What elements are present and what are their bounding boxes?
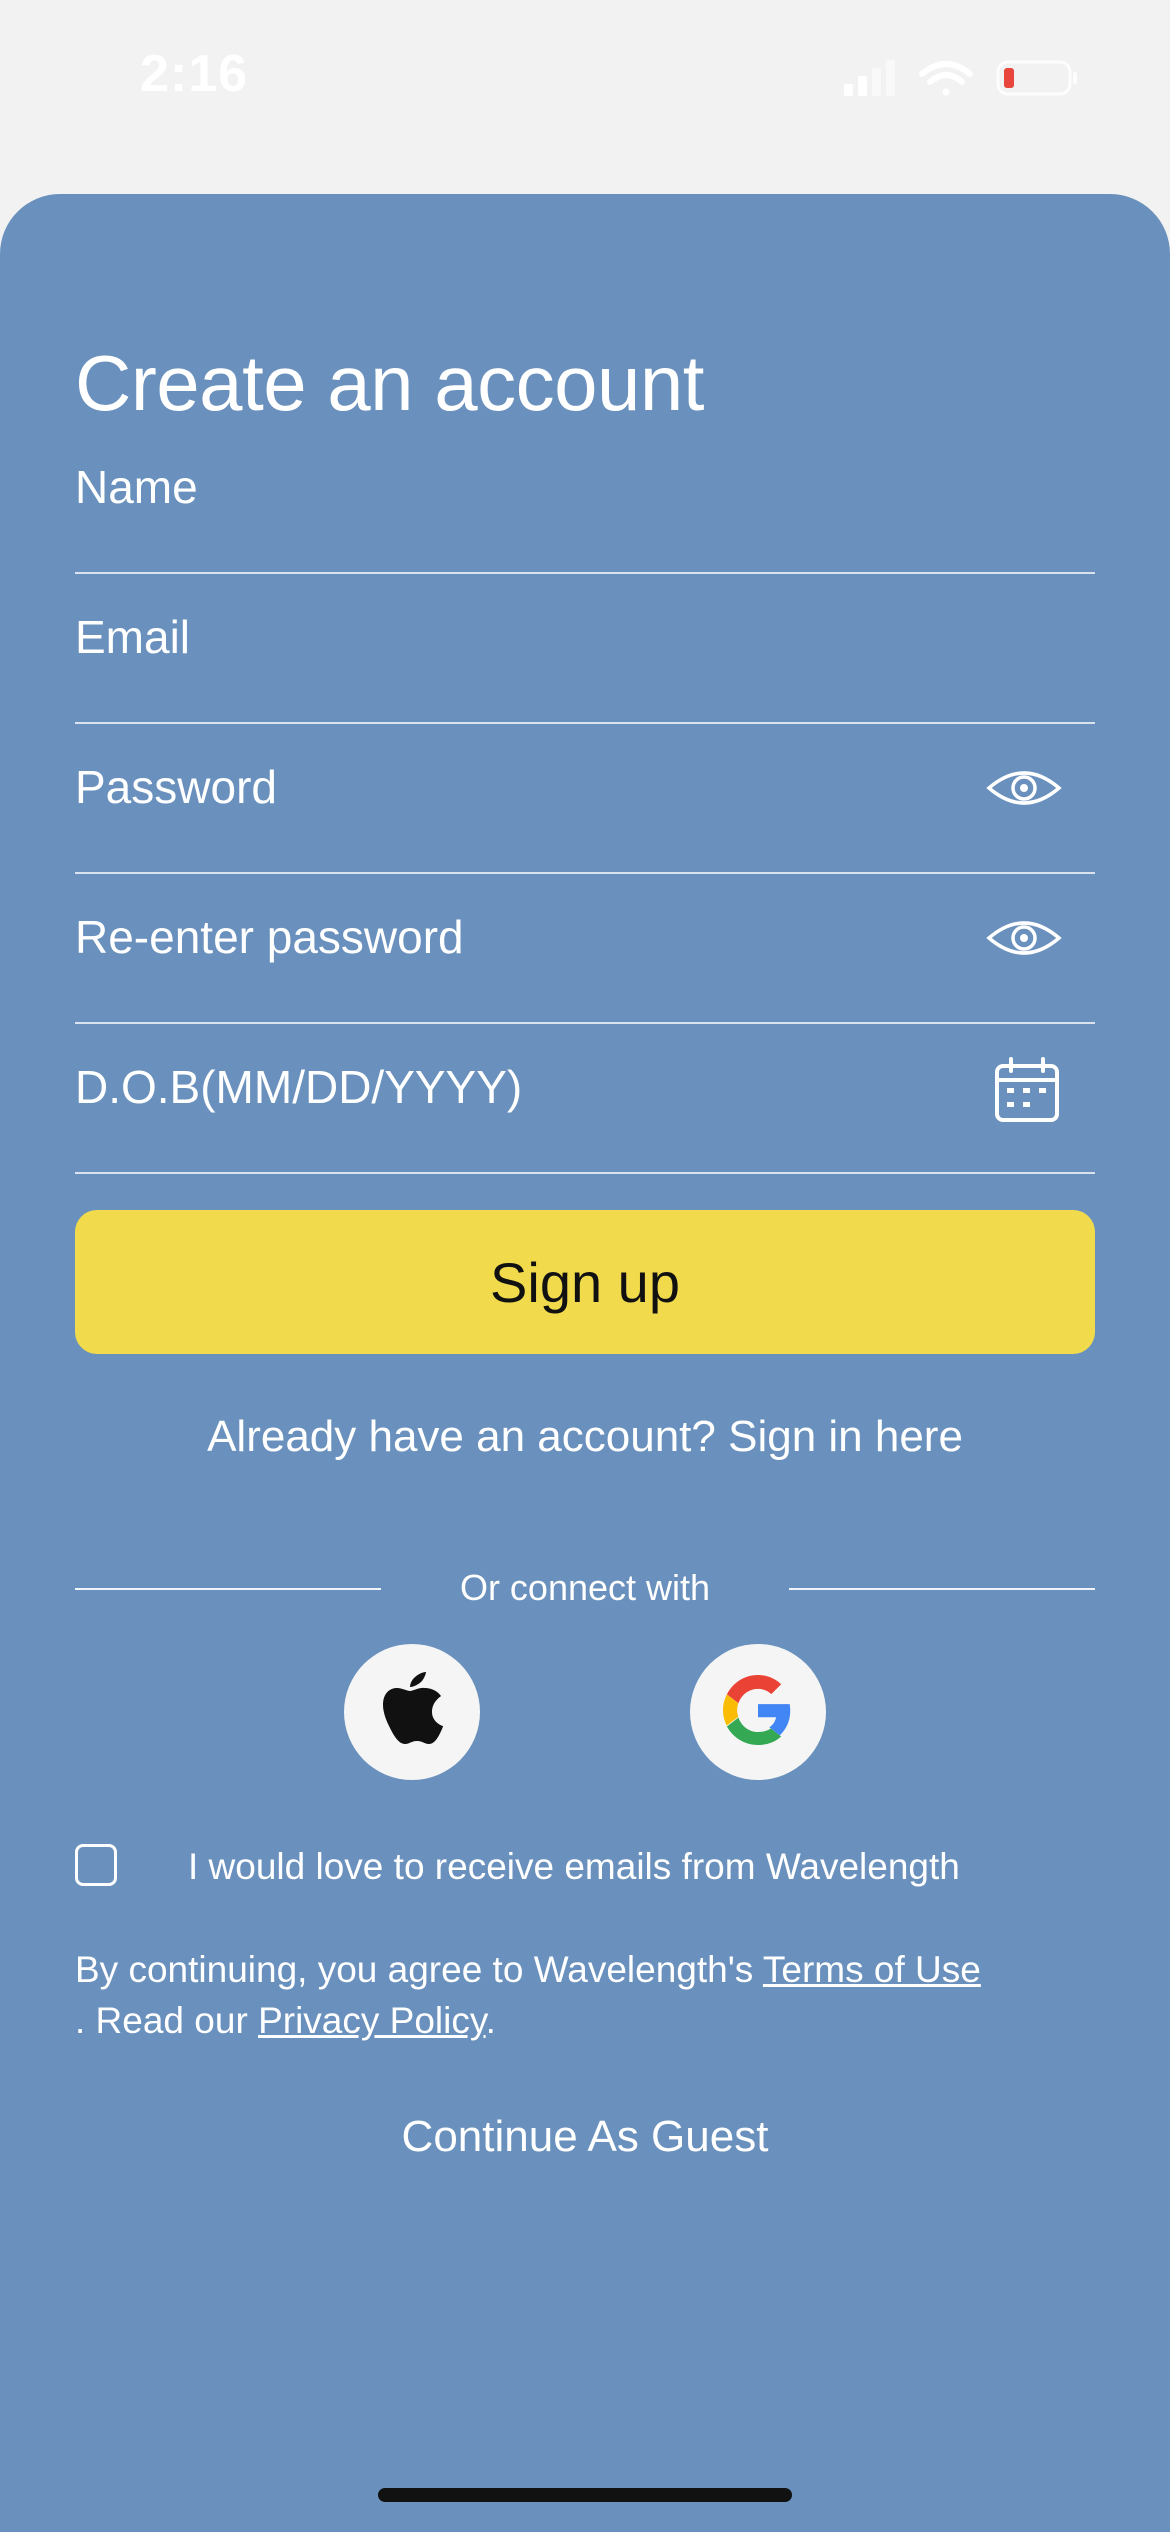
- status-icons: [840, 56, 1090, 100]
- apple-signin-button[interactable]: [344, 1644, 480, 1780]
- status-time: 2:16: [140, 45, 249, 103]
- email-optin-label: I would love to receive emails from Wave…: [188, 1846, 960, 1887]
- password-field-placeholder: Password: [75, 761, 277, 813]
- page-title: Create an account: [75, 339, 704, 428]
- battery-icon: [996, 60, 1077, 96]
- email-field-placeholder: Email: [75, 611, 191, 663]
- eye-icon[interactable]: [985, 764, 1063, 817]
- connect-divider: Or connect with: [75, 1559, 1095, 1619]
- google-icon: [723, 1674, 793, 1750]
- home-indicator: [378, 2488, 792, 2502]
- divider-right: [789, 1588, 1095, 1590]
- cellular-signal-icon: [844, 60, 895, 96]
- calendar-icon[interactable]: [993, 1056, 1061, 1129]
- wifi-icon: [919, 61, 973, 96]
- password-field[interactable]: Password: [75, 722, 1095, 874]
- eye-icon[interactable]: [985, 914, 1063, 967]
- signin-link[interactable]: Already have an account? Sign in here: [0, 1412, 1170, 1462]
- google-signin-button[interactable]: [690, 1644, 826, 1780]
- legal-suffix: .: [485, 2000, 496, 2041]
- signup-sheet: Create an account Name Email Password Re…: [0, 194, 1170, 2532]
- dob-field[interactable]: D.O.B(MM/DD/YYYY): [75, 1022, 1095, 1174]
- email-optin-checkbox[interactable]: [75, 1844, 117, 1886]
- email-field[interactable]: Email: [75, 572, 1095, 724]
- reenter-password-placeholder: Re-enter password: [75, 911, 464, 963]
- signup-button[interactable]: Sign up: [75, 1210, 1095, 1354]
- continue-as-guest-button[interactable]: Continue As Guest: [0, 2112, 1170, 2162]
- apple-icon: [380, 1671, 444, 1753]
- legal-text: By continuing, you agree to Wavelength's…: [75, 1944, 1095, 2046]
- dob-field-placeholder: D.O.B(MM/DD/YYYY): [75, 1061, 523, 1113]
- terms-of-use-link[interactable]: Terms of Use: [763, 1949, 981, 1990]
- reenter-password-field[interactable]: Re-enter password: [75, 872, 1095, 1024]
- legal-prefix: By continuing, you agree to Wavelength's: [75, 1949, 763, 1990]
- name-field[interactable]: Name: [75, 422, 1095, 574]
- legal-middle: . Read our: [75, 2000, 259, 2041]
- privacy-policy-link[interactable]: Privacy Policy: [258, 2000, 486, 2041]
- status-bar: 2:16: [0, 0, 1170, 160]
- name-field-placeholder: Name: [75, 461, 198, 513]
